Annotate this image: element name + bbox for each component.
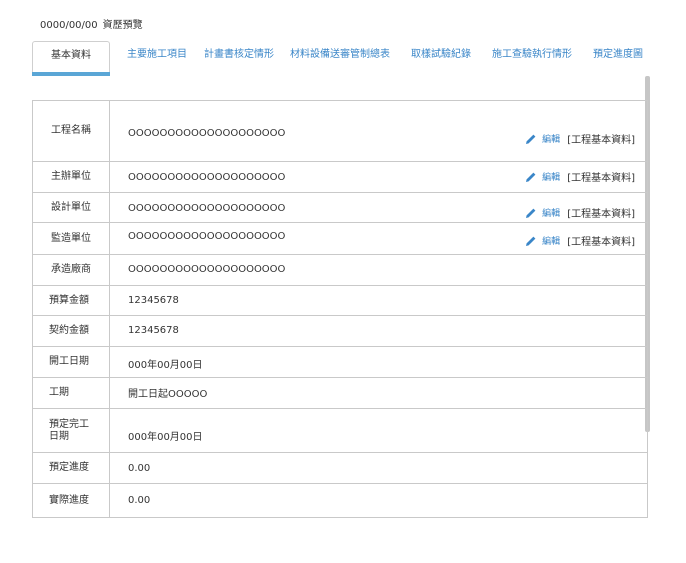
tab-material-review[interactable]: 材料設備送審管制總表 <box>290 41 390 71</box>
table-row: 工程名稱 OOOOOOOOOOOOOOOOOOOO 編輯 [工程基本資料] <box>33 101 647 162</box>
table-row: 開工日期 000年00月00日 <box>33 347 647 378</box>
row-value: 0.00 <box>128 495 151 506</box>
project-basic-info-link[interactable]: [工程基本資料] <box>567 233 635 248</box>
row-label: 承造廠商 <box>33 255 110 285</box>
header-date: 0000/00/00 <box>40 20 98 31</box>
pencil-icon[interactable] <box>525 133 537 145</box>
tab-scheduled-progress-chart[interactable]: 預定進度圖 <box>593 41 643 71</box>
table-row: 設計單位 OOOOOOOOOOOOOOOOOOOO 編輯 [工程基本資料] <box>33 193 647 223</box>
row-value: OOOOOOOOOOOOOOOOOOOO <box>128 203 286 214</box>
row-value: OOOOOOOOOOOOOOOOOOOO <box>128 264 286 275</box>
project-basic-info-link[interactable]: [工程基本資料] <box>567 169 635 184</box>
row-value: 000年00月00日 <box>128 432 203 443</box>
row-label: 設計單位 <box>33 193 110 222</box>
table-row: 工期 開工日起OOOOO <box>33 378 647 409</box>
row-label: 實際進度 <box>33 484 110 517</box>
row-value: 000年00月00日 <box>128 360 203 371</box>
pencil-icon[interactable] <box>525 207 537 219</box>
tab-sampling-test-records[interactable]: 取樣試驗紀錄 <box>411 41 471 71</box>
edit-button[interactable]: 編輯 <box>542 206 560 219</box>
row-label: 契約金額 <box>33 316 110 346</box>
edit-action: 編輯 [工程基本資料] <box>525 169 635 184</box>
row-label: 預算金額 <box>33 286 110 315</box>
tab-bar: 基本資料 主要施工項目 計畫書核定情形 材料設備送審管制總表 取樣試驗紀錄 施工… <box>32 41 650 76</box>
table-row: 契約金額 12345678 <box>33 316 647 347</box>
edit-action: 編輯 [工程基本資料] <box>525 233 635 248</box>
tab-basic-info[interactable]: 基本資料 <box>32 41 110 76</box>
table-row: 預定完工 日期 000年00月00日 <box>33 409 647 453</box>
page-header: 0000/00/00 資歷預覽 <box>40 16 143 31</box>
row-label: 預定完工 日期 <box>33 409 110 452</box>
table-row: 實際進度 0.00 <box>33 484 647 518</box>
row-label: 開工日期 <box>33 347 110 377</box>
row-value: OOOOOOOOOOOOOOOOOOOO <box>128 231 286 242</box>
basic-info-table: 工程名稱 OOOOOOOOOOOOOOOOOOOO 編輯 [工程基本資料] 主辦… <box>32 100 648 518</box>
table-row: 主辦單位 OOOOOOOOOOOOOOOOOOOO 編輯 [工程基本資料] <box>33 162 647 193</box>
row-value: 12345678 <box>128 295 179 306</box>
table-row: 預定進度 0.00 <box>33 453 647 484</box>
pencil-icon[interactable] <box>525 171 537 183</box>
project-basic-info-link[interactable]: [工程基本資料] <box>567 205 635 220</box>
row-value: 12345678 <box>128 325 179 336</box>
tab-inspection-execution[interactable]: 施工查驗執行情形 <box>492 41 572 71</box>
edit-button[interactable]: 編輯 <box>542 170 560 183</box>
edit-button[interactable]: 編輯 <box>542 132 560 145</box>
edit-action: 編輯 [工程基本資料] <box>525 131 635 146</box>
row-label: 主辦單位 <box>33 162 110 192</box>
row-label: 工期 <box>33 378 110 408</box>
row-value: OOOOOOOOOOOOOOOOOOOO <box>128 128 286 139</box>
row-label: 工程名稱 <box>33 101 110 161</box>
tab-plan-approval[interactable]: 計畫書核定情形 <box>204 41 274 71</box>
row-label: 監造單位 <box>33 223 110 254</box>
tab-main-construction-items[interactable]: 主要施工項目 <box>127 41 187 71</box>
edit-action: 編輯 [工程基本資料] <box>525 205 635 220</box>
table-row: 承造廠商 OOOOOOOOOOOOOOOOOOOO <box>33 255 647 286</box>
table-row: 監造單位 OOOOOOOOOOOOOOOOOOOO 編輯 [工程基本資料] <box>33 223 647 255</box>
edit-button[interactable]: 編輯 <box>542 234 560 247</box>
row-value: 開工日起OOOOO <box>128 389 208 400</box>
table-row: 預算金額 12345678 <box>33 286 647 316</box>
page-title: 資歷預覽 <box>102 20 143 31</box>
pencil-icon[interactable] <box>525 235 537 247</box>
row-value: 0.00 <box>128 463 151 474</box>
project-basic-info-link[interactable]: [工程基本資料] <box>567 131 635 146</box>
row-value: OOOOOOOOOOOOOOOOOOOO <box>128 172 286 183</box>
row-label: 預定進度 <box>33 453 110 483</box>
